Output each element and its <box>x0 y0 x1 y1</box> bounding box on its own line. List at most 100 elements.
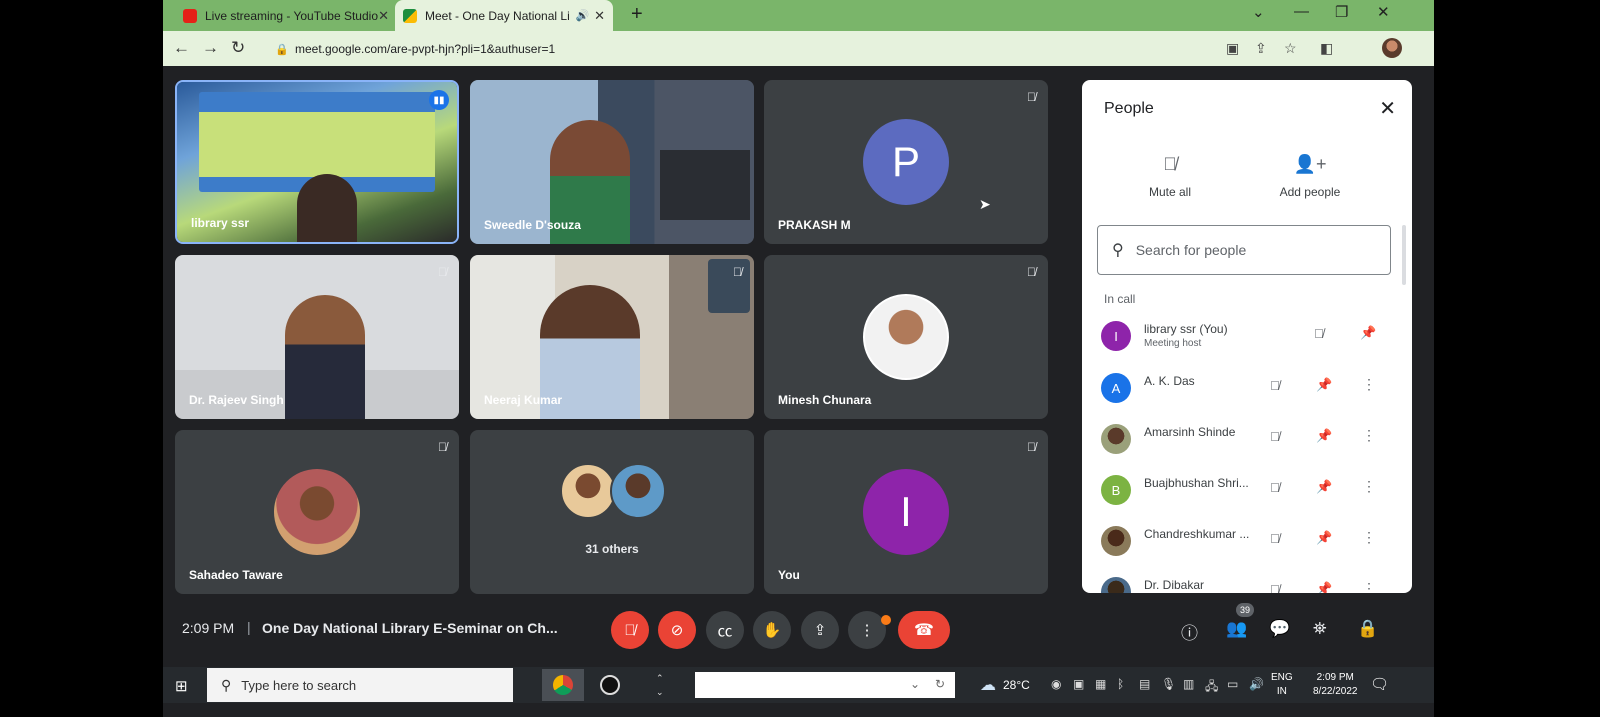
refresh-icon[interactable]: ↻ <box>935 677 945 691</box>
avatar: I <box>863 469 949 555</box>
close-icon[interactable]: ✕ <box>594 8 605 24</box>
more-options-icon[interactable]: ⋮ <box>1362 529 1376 546</box>
mute-all-button[interactable]: 🎙̸ Mute all <box>1115 154 1225 199</box>
mic-off-icon[interactable]: 🎙̸ <box>1270 582 1280 593</box>
battery-icon[interactable]: ▭ <box>1227 677 1238 691</box>
mic-off-icon[interactable]: 🎙̸ <box>1270 480 1280 495</box>
mic-off-icon: 🎙̸ <box>1027 440 1036 454</box>
mic-toggle-button[interactable]: 🎙̸ <box>611 611 649 649</box>
taskbar-chrome[interactable] <box>542 669 584 701</box>
tray-app-icon[interactable]: ▤ <box>1139 677 1150 691</box>
tab-meet[interactable]: Meet - One Day National Li 🔊 ✕ <box>395 0 613 31</box>
tray-app-icon[interactable]: ▥ <box>1183 677 1194 691</box>
search-people-input[interactable]: ⚲ Search for people <box>1097 225 1391 275</box>
tab-search-icon[interactable]: ⌄ <box>1252 3 1265 21</box>
microphone-icon[interactable]: 🎙 <box>1161 677 1176 691</box>
forward-icon[interactable]: → <box>202 38 219 58</box>
mic-off-icon[interactable]: 🎙̸ <box>1314 326 1324 341</box>
minimize-button[interactable]: — <box>1294 3 1309 20</box>
tab-youtube-studio[interactable]: Live streaming - YouTube Studio ✕ <box>175 0 397 31</box>
list-item[interactable]: Chandreshkumar ... 🎙̸ 📌 ⋮ <box>1082 517 1412 567</box>
chat-icon[interactable]: 💬 <box>1269 619 1290 639</box>
camera-blocked-icon[interactable]: ▣ <box>1226 40 1239 57</box>
participant-tile[interactable]: 🎙̸ Minesh Chunara <box>764 255 1048 419</box>
profile-avatar[interactable] <box>1382 38 1402 58</box>
pin-icon[interactable]: 📌 <box>1316 581 1332 593</box>
notification-center-icon[interactable]: 🗨 <box>1370 675 1389 693</box>
pin-icon[interactable]: 📌 <box>1316 377 1332 393</box>
tray-app-icon[interactable]: ▣ <box>1073 677 1084 691</box>
add-people-button[interactable]: 👤+ Add people <box>1255 154 1365 199</box>
captions-button[interactable]: ㏄ <box>706 611 744 649</box>
participant-tile-others[interactable]: 31 others <box>470 430 754 594</box>
participant-tile[interactable]: Sweedle D'souza <box>470 80 754 244</box>
taskbar-scroll-arrows-icon[interactable]: ⌃ ⌄ <box>656 671 664 699</box>
meeting-title: One Day National Library E-Seminar on Ch… <box>262 620 558 636</box>
more-options-icon[interactable]: ⋮ <box>1362 427 1376 444</box>
avatar: B <box>1101 475 1131 505</box>
address-bar[interactable]: 🔒 meet.google.com/are-pvpt-hjn?pli=1&aut… <box>263 35 1348 62</box>
participant-tile[interactable]: ▮▮ library ssr <box>175 80 459 244</box>
list-item[interactable]: Amarsinh Shinde 🎙̸ 📌 ⋮ <box>1082 415 1412 465</box>
leave-call-button[interactable]: ☎ <box>898 611 950 649</box>
tray-app-icon[interactable]: ◉ <box>1051 677 1061 691</box>
taskbar-clock[interactable]: 2:09 PM 8/22/2022 <box>1313 671 1358 699</box>
weather-icon[interactable]: ☁ <box>980 675 996 695</box>
present-button[interactable]: ⇪ <box>801 611 839 649</box>
scrollbar[interactable] <box>1402 225 1406 285</box>
meeting-details-icon[interactable]: ⓘ <box>1181 619 1198 644</box>
mic-off-icon[interactable]: 🎙̸ <box>1270 531 1280 546</box>
mouse-cursor: ➤ <box>979 196 991 212</box>
more-options-icon[interactable]: ⋮ <box>1362 376 1376 393</box>
tray-app-icon[interactable]: ▦ <box>1095 677 1106 691</box>
pin-icon[interactable]: 📌 <box>1316 479 1332 495</box>
bookmark-star-icon[interactable]: ☆ <box>1284 40 1297 57</box>
close-icon[interactable]: ✕ <box>1379 96 1396 121</box>
taskbar-search-box[interactable]: ⚲ Type here to search <box>207 668 513 702</box>
volume-icon[interactable]: 🔊 <box>1249 677 1264 691</box>
mic-off-icon[interactable]: 🎙̸ <box>1270 378 1280 393</box>
participant-name: Minesh Chunara <box>778 393 872 407</box>
share-icon[interactable]: ⇪ <box>1255 40 1267 57</box>
more-options-icon[interactable]: ⋮ <box>1362 580 1376 593</box>
pin-icon[interactable]: 📌 <box>1316 530 1332 546</box>
camera-toggle-button[interactable]: ⊘ <box>658 611 696 649</box>
windows-start-icon[interactable]: ⊞ <box>175 677 188 695</box>
participant-tile[interactable]: 🎙̸ Neeraj Kumar <box>470 255 754 419</box>
reload-icon[interactable]: ↻ <box>231 38 245 58</box>
participant-tile[interactable]: 🎙̸ P PRAKASH M <box>764 80 1048 244</box>
more-options-icon[interactable]: ⋮ <box>1362 478 1376 495</box>
obs-icon <box>600 675 620 695</box>
close-icon[interactable]: ✕ <box>378 8 389 24</box>
participant-name: Dr. Rajeev Singh <box>189 393 284 407</box>
list-item[interactable]: B Buajbhushan Shri... 🎙̸ 📌 ⋮ <box>1082 466 1412 516</box>
close-window-button[interactable]: ✕ <box>1377 3 1390 21</box>
activities-icon[interactable]: ⛯ <box>1313 619 1327 639</box>
participant-tile[interactable]: 🎙̸ Sahadeo Taware <box>175 430 459 594</box>
host-controls-icon[interactable]: 🔒 <box>1357 619 1378 639</box>
taskbar-search-placeholder: Type here to search <box>241 677 357 693</box>
people-icon[interactable]: 👥 <box>1226 619 1247 639</box>
side-panel-icon[interactable]: ◧ <box>1320 40 1333 57</box>
bluetooth-icon[interactable]: ᛒ <box>1117 677 1124 691</box>
list-item[interactable]: A A. K. Das 🎙̸ 📌 ⋮ <box>1082 364 1412 414</box>
language-indicator[interactable]: ENG IN <box>1271 671 1293 699</box>
list-item[interactable]: Dr. Dibakar 🎙̸ 📌 ⋮ <box>1082 568 1412 593</box>
maximize-button[interactable]: ❐ <box>1335 3 1348 21</box>
pin-icon[interactable]: 📌 <box>1360 325 1376 341</box>
chevron-down-icon[interactable]: ⌄ <box>910 677 920 691</box>
mic-off-icon[interactable]: 🎙̸ <box>1270 429 1280 444</box>
pin-icon[interactable]: 📌 <box>1316 428 1332 444</box>
more-options-button[interactable]: ⋮ <box>848 611 886 649</box>
raise-hand-button[interactable]: ✋ <box>753 611 791 649</box>
add-person-icon: 👤+ <box>1293 154 1327 174</box>
participant-tile[interactable]: 🎙̸ Dr. Rajeev Singh <box>175 255 459 419</box>
taskbar-obs[interactable] <box>589 669 631 701</box>
list-item[interactable]: I library ssr (You) Meeting host 🎙̸ 📌 <box>1082 312 1412 362</box>
language-code: ENG <box>1271 672 1293 683</box>
network-icon[interactable]: 🖧 <box>1205 677 1218 698</box>
back-icon[interactable]: ← <box>173 38 190 58</box>
speaker-icon[interactable]: 🔊 <box>576 9 590 22</box>
new-tab-button[interactable]: + <box>631 3 643 26</box>
participant-tile-self[interactable]: 🎙̸ I You <box>764 430 1048 594</box>
